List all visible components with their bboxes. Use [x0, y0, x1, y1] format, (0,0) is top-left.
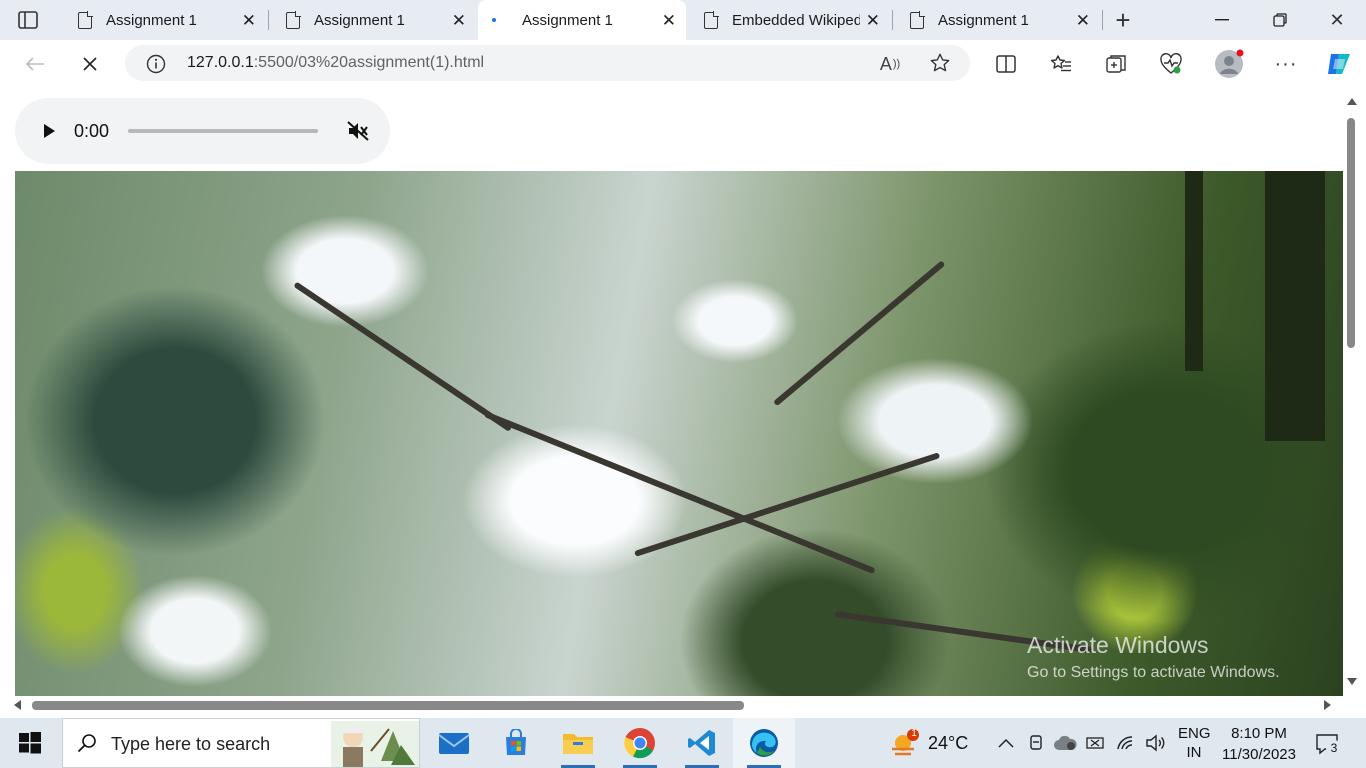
- audio-player[interactable]: 0:00: [15, 98, 390, 164]
- vertical-scroll-thumb[interactable]: [1347, 118, 1355, 348]
- scroll-right-arrow[interactable]: [1324, 700, 1331, 710]
- back-icon[interactable]: [22, 52, 48, 76]
- activate-windows-watermark: Activate Windows Go to Settings to activ…: [1027, 632, 1280, 682]
- microsoft-store-icon[interactable]: [485, 718, 547, 768]
- file-explorer-icon[interactable]: [547, 718, 609, 768]
- vertical-scrollbar[interactable]: [1343, 96, 1359, 692]
- tab-bar: Assignment 1 ✕ Assignment 1 ✕ Assignment…: [0, 0, 1366, 40]
- windows-taskbar: Type here to search 1 24°C ENG IN 8:10 P…: [0, 718, 1366, 768]
- browser-essentials-icon[interactable]: [1159, 52, 1183, 76]
- tree-trunk: [1265, 171, 1325, 441]
- copilot-icon[interactable]: [1324, 50, 1354, 78]
- page-icon: [704, 10, 719, 29]
- new-tab-icon[interactable]: +: [1110, 5, 1136, 35]
- muted-speaker-icon[interactable]: [345, 118, 371, 144]
- watermark-title: Activate Windows: [1027, 632, 1209, 658]
- clock[interactable]: 8:10 PM 11/30/2023: [1216, 723, 1302, 765]
- onedrive-cloud-icon[interactable]: [1053, 733, 1077, 753]
- chrome-icon[interactable]: [609, 718, 671, 768]
- clock-date: 11/30/2023: [1222, 746, 1296, 763]
- site-info-icon[interactable]: [145, 53, 167, 75]
- scroll-down-arrow[interactable]: [1347, 678, 1357, 685]
- weather-icon[interactable]: 1: [888, 728, 922, 758]
- url-host: 127.0.0.1: [187, 54, 254, 71]
- profile-avatar-icon[interactable]: [1214, 49, 1244, 79]
- taskbar-search-box[interactable]: Type here to search: [62, 718, 420, 768]
- split-screen-icon[interactable]: [994, 52, 1018, 76]
- close-tab-icon[interactable]: ✕: [242, 11, 256, 31]
- windows-start-icon[interactable]: [18, 732, 42, 754]
- language-region: IN: [1186, 744, 1202, 761]
- url-text: 127.0.0.1:5500/03%20assignment(1).html: [187, 54, 484, 72]
- horizontal-scroll-thumb[interactable]: [32, 701, 744, 710]
- vscode-icon[interactable]: [671, 718, 733, 768]
- loading-indicator: [492, 18, 496, 22]
- scroll-left-arrow[interactable]: [14, 700, 21, 710]
- audio-time: 0:00: [74, 121, 110, 141]
- meet-now-icon[interactable]: [1027, 733, 1047, 753]
- close-tab-icon[interactable]: ✕: [452, 11, 466, 31]
- tree-branch: [773, 260, 946, 407]
- weather-temperature[interactable]: 24°C: [928, 733, 968, 754]
- volume-speaker-icon[interactable]: [1144, 733, 1168, 753]
- minimize-icon[interactable]: [1208, 8, 1236, 32]
- search-icon: [76, 732, 98, 754]
- search-placeholder: Type here to search: [111, 734, 271, 754]
- tab-5[interactable]: Assignment 1 ✕: [894, 0, 1100, 40]
- audio-progress-bar[interactable]: [128, 129, 318, 133]
- collections-icon[interactable]: [1104, 52, 1128, 76]
- url-path: :5500/03%20assignment(1).html: [253, 54, 485, 71]
- close-tab-icon[interactable]: ✕: [866, 11, 880, 31]
- tab-title: Assignment 1: [522, 11, 613, 29]
- page-viewport: 0:00 Activate Windows Go to Settings to …: [5, 88, 1361, 716]
- clock-time: 8:10 PM: [1231, 725, 1287, 742]
- favorites-icon[interactable]: [1049, 52, 1073, 76]
- tab-3-active[interactable]: Assignment 1 ✕: [478, 0, 686, 40]
- language-code: ENG: [1178, 725, 1211, 742]
- stop-loading-icon[interactable]: [77, 52, 103, 76]
- browser-toolbar: 127.0.0.1:5500/03%20assignment(1).html A…: [0, 40, 1366, 88]
- video-frame-trees[interactable]: [15, 171, 1343, 696]
- notification-count: 3: [1326, 740, 1342, 756]
- close-window-icon[interactable]: ✕: [1323, 8, 1351, 32]
- page-icon: [910, 10, 925, 29]
- tree-branch: [634, 452, 941, 557]
- tab-actions-icon[interactable]: [16, 9, 40, 31]
- mail-app-icon[interactable]: [423, 718, 485, 768]
- tree-branch: [293, 281, 513, 432]
- play-icon[interactable]: [39, 120, 59, 142]
- wifi-icon[interactable]: [1115, 733, 1137, 753]
- edge-browser-icon[interactable]: [733, 718, 795, 768]
- tab-2[interactable]: Assignment 1 ✕: [270, 0, 476, 40]
- close-tab-icon[interactable]: ✕: [1076, 11, 1090, 31]
- tab-title: Assignment 1: [106, 11, 197, 29]
- tab-4[interactable]: Embedded Wikiped ✕: [688, 0, 890, 40]
- page-icon: [78, 10, 93, 29]
- network-adapter-icon[interactable]: [1084, 733, 1106, 753]
- more-menu-icon[interactable]: ···: [1273, 52, 1299, 76]
- tab-title: Embedded Wikiped: [732, 11, 860, 29]
- read-aloud-icon[interactable]: A)): [877, 52, 903, 76]
- watermark-subtitle: Go to Settings to activate Windows.: [1027, 664, 1280, 681]
- tree-trunk: [1185, 171, 1203, 371]
- horizontal-scrollbar[interactable]: [10, 696, 1342, 714]
- weather-badge: 1: [911, 728, 917, 739]
- show-hidden-icons-chevron[interactable]: [996, 733, 1016, 753]
- page-icon: [286, 10, 301, 29]
- tab-title: Assignment 1: [938, 11, 1029, 29]
- tab-1[interactable]: Assignment 1 ✕: [62, 0, 266, 40]
- language-indicator[interactable]: ENG IN: [1178, 724, 1211, 762]
- favorite-star-icon[interactable]: [927, 51, 953, 75]
- close-tab-icon[interactable]: ✕: [662, 11, 676, 31]
- tab-title: Assignment 1: [314, 11, 405, 29]
- restore-icon[interactable]: [1266, 8, 1294, 32]
- address-bar[interactable]: 127.0.0.1:5500/03%20assignment(1).html A…: [125, 45, 970, 81]
- scroll-up-arrow[interactable]: [1347, 98, 1357, 105]
- notification-center-icon[interactable]: 3: [1312, 731, 1342, 757]
- search-highlight-illustration: [331, 721, 419, 767]
